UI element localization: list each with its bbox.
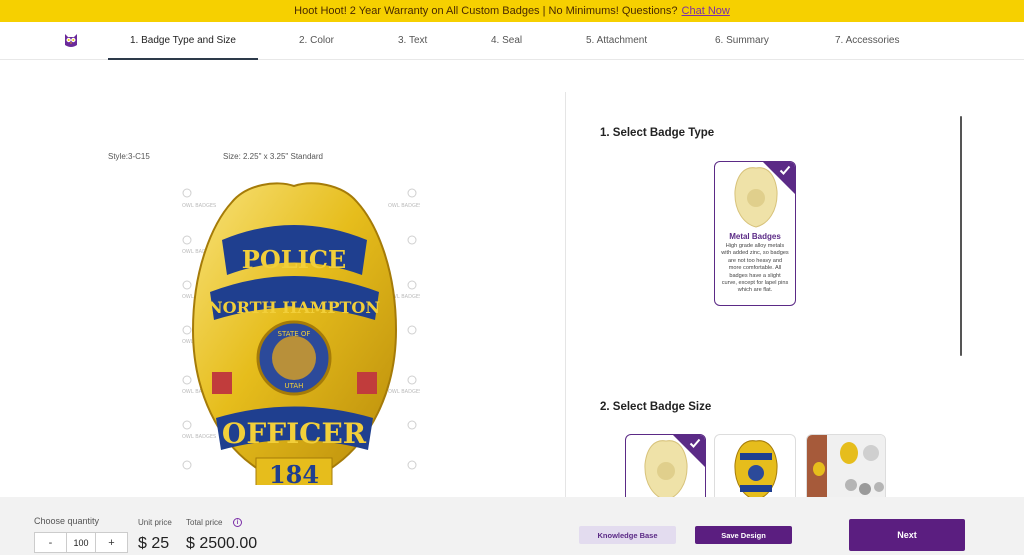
decrease-quantity-button[interactable]: - [35, 533, 66, 552]
options-scrollbar[interactable] [960, 116, 962, 356]
badge-size-card-multiple[interactable] [806, 434, 886, 504]
tab-badge-type-size[interactable]: 1. Badge Type and Size [108, 22, 258, 60]
tab-color[interactable]: 2. Color [299, 22, 334, 60]
increase-quantity-button[interactable]: + [96, 533, 127, 552]
owl-logo-icon[interactable] [64, 32, 78, 48]
tab-summary[interactable]: 6. Summary [715, 22, 769, 60]
chat-now-link[interactable]: Chat Now [682, 5, 730, 17]
badge-size-label: Size: 2.25" x 3.25" Standard [223, 152, 323, 161]
badge-text-top: POLICE [242, 245, 346, 274]
tab-text[interactable]: 3. Text [398, 22, 427, 60]
total-price-value: $ 2500.00 [186, 535, 258, 552]
check-icon [779, 165, 791, 175]
card-description: High grade alloy metals with added zinc,… [721, 243, 789, 294]
badge-text-number: 184 [269, 460, 319, 485]
knowledge-base-button[interactable]: Knowledge Base [579, 526, 676, 544]
step-navigation: 1. Badge Type and Size 2. Color 3. Text … [0, 22, 1024, 60]
save-design-button[interactable]: Save Design [695, 526, 792, 544]
panel-divider [565, 92, 566, 497]
quantity-label: Choose quantity [34, 516, 100, 526]
seal-text-top: STATE OF [278, 330, 311, 338]
promo-banner: Hoot Hoot! 2 Year Warranty on All Custom… [0, 0, 1024, 22]
badge-text-city: NORTH HAMPTON [208, 298, 380, 317]
tab-accessories[interactable]: 7. Accessories [835, 22, 899, 60]
card-title: Metal Badges [729, 232, 781, 241]
badge-size-photo [807, 435, 885, 503]
badge-preview-panel: Style:3-C15 Size: 2.25" x 3.25" Standard… [0, 61, 565, 497]
style-code: Style:3-C15 [108, 152, 150, 161]
unit-price-label: Unit price [138, 518, 172, 527]
promo-text: Hoot Hoot! 2 Year Warranty on All Custom… [294, 5, 678, 17]
quantity-stepper: - 100 + [34, 532, 128, 553]
badge-thumbnail [734, 440, 778, 501]
unit-price-value: $ 25 [138, 535, 170, 552]
quantity-input[interactable]: 100 [66, 533, 96, 552]
badge-size-card-standard[interactable] [625, 434, 706, 504]
badge-size-card-large[interactable] [714, 434, 796, 504]
badge-text-rank: OFFICER [222, 417, 367, 450]
total-price-label: Total price [186, 518, 223, 527]
badge-type-heading: 1. Select Badge Type [600, 127, 715, 139]
check-icon [689, 438, 701, 448]
police-badge-preview: POLICE NORTH HAMPTON STATE OF UTAH OFFIC… [192, 182, 397, 485]
next-button[interactable]: Next [849, 519, 965, 551]
tab-attachment[interactable]: 5. Attachment [586, 22, 647, 60]
price-footer: Choose quantity - 100 + Unit price Total… [0, 497, 1024, 555]
info-icon[interactable]: i [233, 518, 242, 527]
badge-type-card-metal[interactable]: Metal Badges High grade alloy metals wit… [714, 161, 796, 306]
badge-size-heading: 2. Select Badge Size [600, 401, 712, 413]
tab-seal[interactable]: 4. Seal [491, 22, 522, 60]
seal-text-bottom: UTAH [285, 382, 304, 390]
